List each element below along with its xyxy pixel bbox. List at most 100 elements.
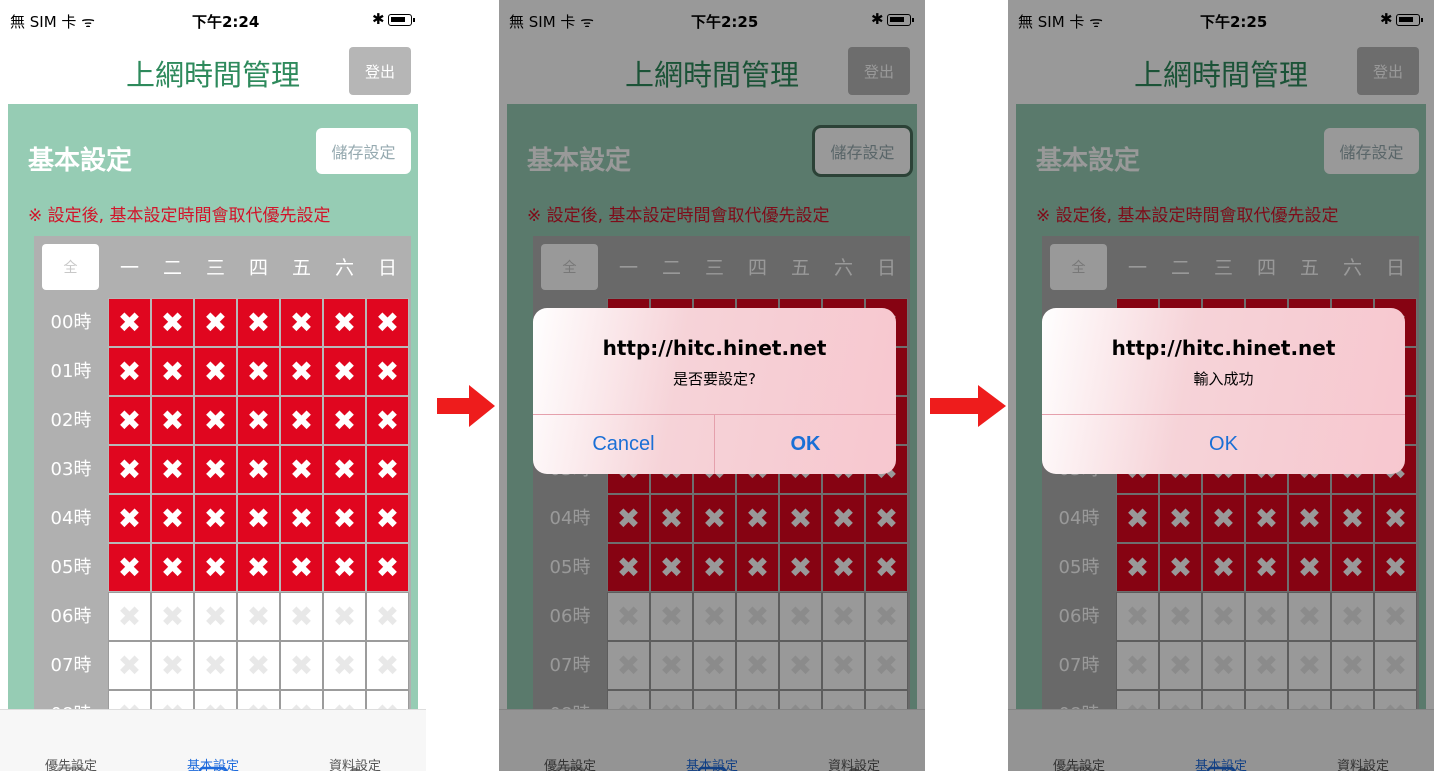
schedule-cell[interactable]: ✖ bbox=[280, 592, 323, 641]
hour-label[interactable]: 03時 bbox=[34, 445, 108, 494]
schedule-cell[interactable]: ✖ bbox=[323, 543, 366, 592]
schedule-cell[interactable]: ✖ bbox=[323, 347, 366, 396]
ok-button[interactable]: OK bbox=[1042, 415, 1405, 474]
schedule-cell[interactable]: ✖ bbox=[237, 641, 280, 690]
select-all-button[interactable]: 全 bbox=[42, 244, 99, 290]
close-icon: ✖ bbox=[117, 354, 142, 388]
schedule-cell[interactable]: ✖ bbox=[366, 445, 409, 494]
schedule-cell[interactable]: ✖ bbox=[280, 543, 323, 592]
schedule-cell[interactable]: ✖ bbox=[108, 592, 151, 641]
arrow-right-icon bbox=[930, 385, 1006, 427]
tab-monitor[interactable]: 優先設定 bbox=[0, 710, 142, 771]
hour-label[interactable]: 00時 bbox=[34, 298, 108, 347]
schedule-cell[interactable]: ✖ bbox=[194, 396, 237, 445]
schedule-cell[interactable]: ✖ bbox=[237, 347, 280, 396]
day-header[interactable]: 六 bbox=[323, 236, 366, 298]
day-header[interactable]: 五 bbox=[280, 236, 323, 298]
schedule-cell[interactable]: ✖ bbox=[237, 445, 280, 494]
schedule-cell[interactable]: ✖ bbox=[280, 298, 323, 347]
schedule-cell[interactable]: ✖ bbox=[108, 347, 151, 396]
dialog-message: 是否要設定? bbox=[673, 370, 756, 388]
schedule-cell[interactable]: ✖ bbox=[280, 641, 323, 690]
schedule-cell[interactable]: ✖ bbox=[194, 298, 237, 347]
schedule-cell[interactable]: ✖ bbox=[194, 445, 237, 494]
schedule-cell[interactable]: ✖ bbox=[366, 690, 409, 709]
schedule-cell[interactable]: ✖ bbox=[323, 298, 366, 347]
schedule-cell[interactable]: ✖ bbox=[151, 690, 194, 709]
schedule-cell[interactable]: ✖ bbox=[151, 445, 194, 494]
schedule-cell[interactable]: ✖ bbox=[194, 494, 237, 543]
schedule-cell[interactable]: ✖ bbox=[280, 445, 323, 494]
day-header[interactable]: 一 bbox=[108, 236, 151, 298]
close-icon: ✖ bbox=[332, 354, 357, 388]
schedule-cell[interactable]: ✖ bbox=[237, 396, 280, 445]
schedule-cell[interactable]: ✖ bbox=[151, 347, 194, 396]
close-icon: ✖ bbox=[203, 305, 228, 339]
schedule-cell[interactable]: ✖ bbox=[237, 543, 280, 592]
tab-user[interactable]: 資料設定 bbox=[284, 710, 426, 771]
schedule-cell[interactable]: ✖ bbox=[237, 298, 280, 347]
schedule-cell[interactable]: ✖ bbox=[151, 592, 194, 641]
schedule-cell[interactable]: ✖ bbox=[366, 396, 409, 445]
schedule-cell[interactable]: ✖ bbox=[194, 347, 237, 396]
schedule-cell[interactable]: ✖ bbox=[151, 396, 194, 445]
schedule-cell[interactable]: ✖ bbox=[323, 641, 366, 690]
tab-monitor-check[interactable]: 基本設定 bbox=[142, 710, 284, 771]
schedule-cell[interactable]: ✖ bbox=[366, 298, 409, 347]
schedule-cell[interactable]: ✖ bbox=[280, 494, 323, 543]
schedule-cell[interactable]: ✖ bbox=[237, 592, 280, 641]
day-header[interactable]: 三 bbox=[194, 236, 237, 298]
save-settings-button[interactable]: 儲存設定 bbox=[316, 128, 411, 174]
schedule-cell[interactable]: ✖ bbox=[194, 543, 237, 592]
schedule-cell[interactable]: ✖ bbox=[108, 543, 151, 592]
logout-button[interactable]: 登出 bbox=[349, 47, 411, 95]
schedule-cell[interactable]: ✖ bbox=[366, 641, 409, 690]
close-icon: ✖ bbox=[290, 700, 313, 709]
schedule-cell[interactable]: ✖ bbox=[366, 592, 409, 641]
schedule-cell[interactable]: ✖ bbox=[108, 690, 151, 709]
schedule-cell[interactable]: ✖ bbox=[108, 641, 151, 690]
schedule-cell[interactable]: ✖ bbox=[237, 690, 280, 709]
schedule-cell[interactable]: ✖ bbox=[366, 494, 409, 543]
schedule-cell[interactable]: ✖ bbox=[194, 690, 237, 709]
close-icon: ✖ bbox=[203, 599, 228, 633]
schedule-cell[interactable]: ✖ bbox=[108, 445, 151, 494]
schedule-cell[interactable]: ✖ bbox=[366, 347, 409, 396]
schedule-cell[interactable]: ✖ bbox=[151, 543, 194, 592]
hour-label[interactable]: 02時 bbox=[34, 396, 108, 445]
hour-label[interactable]: 05時 bbox=[34, 543, 108, 592]
hour-label[interactable]: 04時 bbox=[34, 494, 108, 543]
hour-label[interactable]: 08時 bbox=[34, 690, 108, 709]
schedule-cell[interactable]: ✖ bbox=[237, 494, 280, 543]
cancel-button[interactable]: Cancel bbox=[533, 415, 714, 474]
close-icon: ✖ bbox=[332, 648, 357, 682]
schedule-cell[interactable]: ✖ bbox=[323, 592, 366, 641]
schedule-cell[interactable]: ✖ bbox=[151, 641, 194, 690]
hour-label[interactable]: 06時 bbox=[34, 592, 108, 641]
schedule-cell[interactable]: ✖ bbox=[194, 592, 237, 641]
close-icon: ✖ bbox=[160, 403, 185, 437]
hour-label[interactable]: 07時 bbox=[34, 641, 108, 690]
close-icon: ✖ bbox=[117, 452, 142, 486]
schedule-cell[interactable]: ✖ bbox=[108, 298, 151, 347]
day-header[interactable]: 二 bbox=[151, 236, 194, 298]
schedule-cell[interactable]: ✖ bbox=[323, 445, 366, 494]
schedule-cell[interactable]: ✖ bbox=[108, 396, 151, 445]
ok-button[interactable]: OK bbox=[715, 415, 896, 474]
schedule-cell[interactable]: ✖ bbox=[280, 396, 323, 445]
close-icon: ✖ bbox=[289, 403, 314, 437]
day-header[interactable]: 日 bbox=[366, 236, 409, 298]
schedule-cell[interactable]: ✖ bbox=[108, 494, 151, 543]
schedule-cell[interactable]: ✖ bbox=[151, 494, 194, 543]
schedule-cell[interactable]: ✖ bbox=[280, 690, 323, 709]
schedule-cell[interactable]: ✖ bbox=[323, 494, 366, 543]
schedule-cell[interactable]: ✖ bbox=[151, 298, 194, 347]
schedule-cell[interactable]: ✖ bbox=[280, 347, 323, 396]
day-header[interactable]: 四 bbox=[237, 236, 280, 298]
close-icon: ✖ bbox=[375, 550, 400, 584]
schedule-cell[interactable]: ✖ bbox=[194, 641, 237, 690]
schedule-cell[interactable]: ✖ bbox=[366, 543, 409, 592]
hour-label[interactable]: 01時 bbox=[34, 347, 108, 396]
schedule-cell[interactable]: ✖ bbox=[323, 690, 366, 709]
schedule-cell[interactable]: ✖ bbox=[323, 396, 366, 445]
